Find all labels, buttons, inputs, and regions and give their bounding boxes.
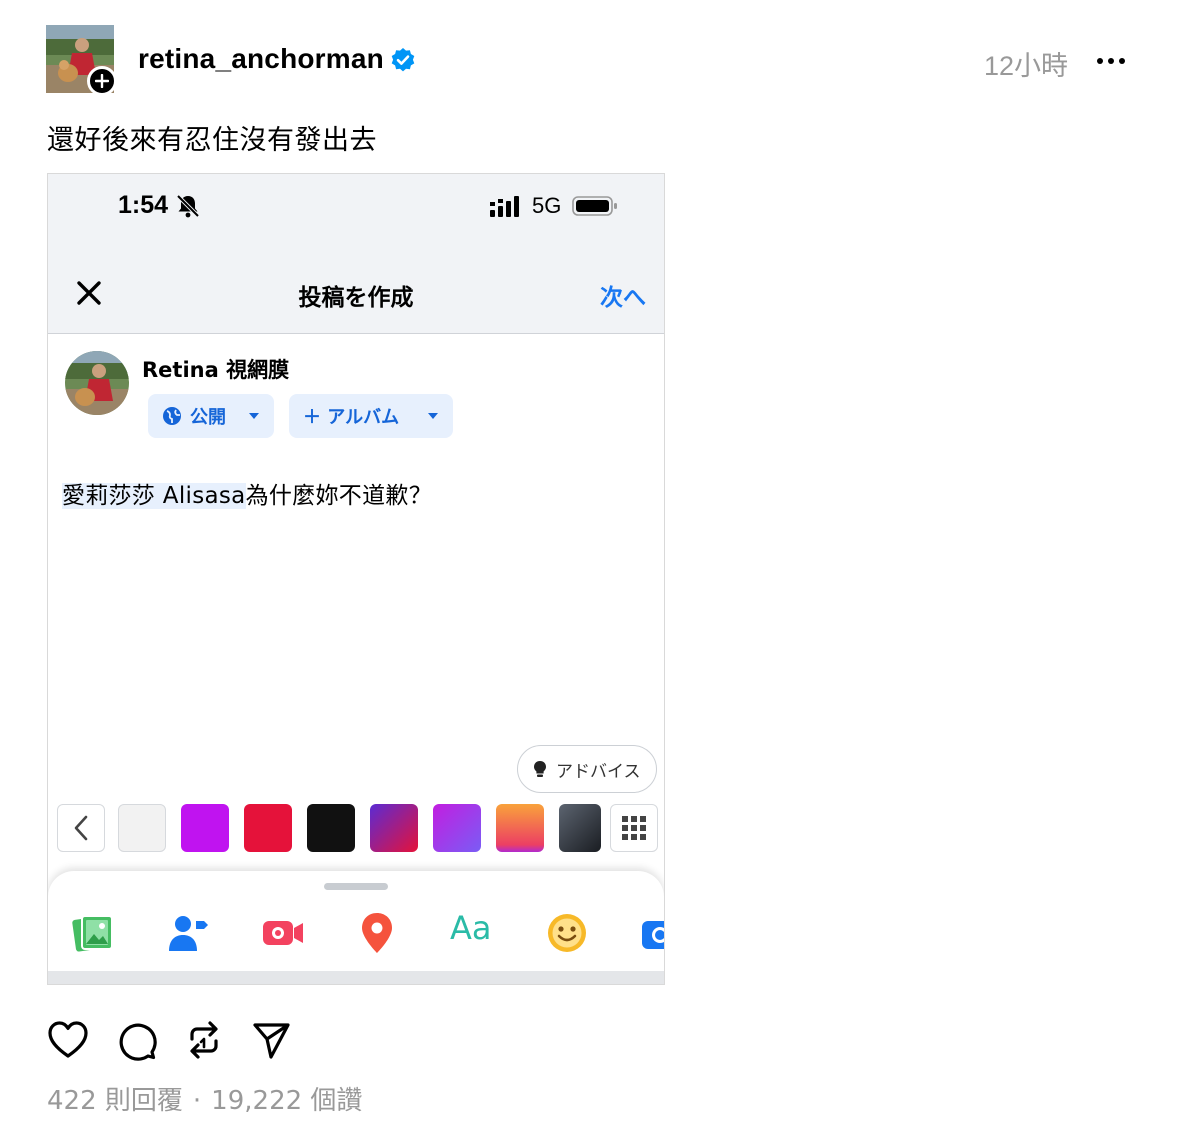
verified-badge-icon	[391, 48, 415, 72]
author-name: Retina 視網膜	[142, 358, 290, 382]
swatch-gradient-violet[interactable]	[433, 804, 481, 852]
swatch-white[interactable]	[118, 804, 166, 852]
author-avatar	[65, 351, 129, 415]
engagement-stats: 422 則回覆 · 19,222 個讚	[47, 1080, 362, 1117]
post-caption: 還好後來有忍住沒有發出去	[47, 125, 377, 156]
composer-tool-tray: Aa	[48, 871, 664, 975]
share-send-icon[interactable]	[250, 1019, 292, 1061]
swatch-black[interactable]	[307, 804, 355, 852]
post-text-content: 為什麼妳不道歉？	[245, 483, 432, 509]
caret-down-icon	[428, 413, 438, 419]
plus-icon	[95, 74, 109, 88]
post-text-field[interactable]: 愛莉莎莎 Alisasa為什麼妳不道歉？	[62, 476, 432, 510]
advice-button[interactable]: アドバイス	[517, 745, 657, 793]
swatch-gradient-slate[interactable]	[559, 804, 601, 852]
photo-icon[interactable]	[72, 911, 116, 955]
likes-count[interactable]: 19,222 個讚	[211, 1086, 362, 1116]
battery-icon	[572, 196, 617, 216]
grid-icon	[622, 816, 646, 840]
post-image[interactable]: 1:54 5G 投稿を作成 次へ Retina 視網膜 公開 ＋ アルバム 愛莉…	[47, 173, 665, 985]
more-options-icon[interactable]	[1094, 48, 1128, 74]
drag-handle[interactable]	[324, 883, 388, 890]
composer-nav-bar: 投稿を作成 次へ	[48, 254, 664, 334]
text-style-icon[interactable]: Aa	[450, 909, 510, 953]
live-video-icon[interactable]	[261, 911, 305, 955]
like-heart-icon[interactable]	[47, 1019, 89, 1061]
chevron-left-icon	[74, 815, 88, 841]
lightbulb-icon	[534, 761, 546, 777]
swatch-gradient-orange-pink[interactable]	[496, 804, 544, 852]
privacy-label: 公開	[190, 407, 226, 428]
silent-bell-icon	[176, 194, 200, 218]
swatch-red[interactable]	[244, 804, 292, 852]
swatch-gradient-purple-red[interactable]	[370, 804, 418, 852]
replies-count[interactable]: 422 則回覆	[47, 1086, 183, 1116]
privacy-selector[interactable]: 公開	[148, 394, 274, 438]
advice-label: アドバイス	[556, 761, 641, 782]
next-button[interactable]: 次へ	[600, 278, 646, 312]
network-type: 5G	[532, 193, 562, 218]
feeling-emoji-icon[interactable]	[545, 911, 589, 955]
repost-icon[interactable]	[183, 1019, 225, 1061]
album-label: ＋ アルバム	[303, 407, 400, 428]
username-link[interactable]: retina_anchorman	[138, 43, 384, 75]
composer-body: Retina 視網膜 公開 ＋ アルバム 愛莉莎莎 Alisasa為什麼妳不道歉…	[48, 334, 664, 874]
profile-avatar[interactable]	[46, 25, 117, 96]
reply-icon[interactable]	[115, 1019, 157, 1061]
status-time: 1:54	[118, 191, 169, 219]
swatch-purple[interactable]	[181, 804, 229, 852]
globe-icon	[163, 407, 181, 425]
signal-icon	[490, 196, 519, 217]
stats-separator: ·	[192, 1086, 202, 1116]
camera-icon[interactable]	[640, 911, 665, 955]
tray-footer	[48, 971, 664, 984]
background-swatch-row	[48, 804, 664, 856]
album-selector[interactable]: ＋ アルバム	[289, 394, 453, 438]
swatch-back-button[interactable]	[57, 804, 105, 852]
composer-title: 投稿を作成	[298, 285, 414, 311]
mention-tag: 愛莉莎莎 Alisasa	[62, 483, 246, 509]
location-pin-icon[interactable]	[355, 911, 399, 955]
tag-people-icon[interactable]	[166, 911, 210, 955]
follow-button[interactable]	[87, 66, 117, 96]
caret-down-icon	[249, 413, 259, 419]
post-timestamp: 12小時	[984, 51, 1069, 81]
more-backgrounds-button[interactable]	[610, 804, 658, 852]
